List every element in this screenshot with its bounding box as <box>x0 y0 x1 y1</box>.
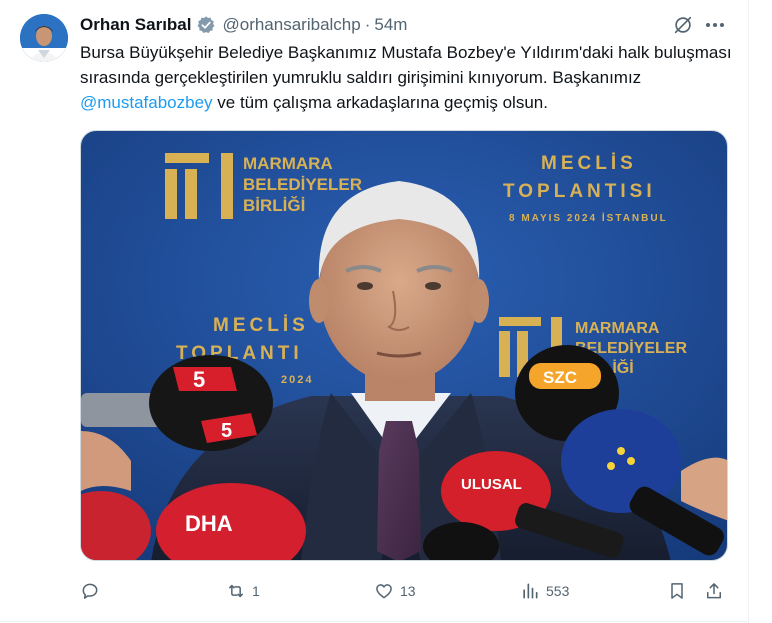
mic-logo-text: 5 <box>193 367 205 392</box>
like-count: 13 <box>400 583 416 599</box>
tweet-divider <box>0 621 749 622</box>
backdrop-text: MARMARA <box>575 320 660 337</box>
separator-dot: · <box>364 15 371 34</box>
reply-button[interactable] <box>80 572 106 610</box>
grok-icon[interactable] <box>670 12 696 38</box>
backdrop-text: MECLİS <box>541 153 637 174</box>
mic-logo-text: ULUSAL <box>461 476 522 493</box>
bookmark-button[interactable] <box>667 572 687 610</box>
avatar[interactable] <box>20 14 68 62</box>
backdrop-text: 8 MAYIS 2024 İSTANBUL <box>509 211 668 224</box>
retweet-button[interactable]: 1 <box>226 572 260 610</box>
tweet-header: Orhan Sarıbal @orhansaribalchp · 54m <box>80 14 407 36</box>
verified-badge-icon <box>196 15 216 35</box>
tweet-text-part1: Bursa Büyükşehir Belediye Başkanımız Mus… <box>80 43 732 87</box>
like-icon <box>376 584 392 599</box>
backdrop-text: MARMARA <box>243 154 333 173</box>
author-handle[interactable]: @orhansaribalchp <box>222 15 360 35</box>
tweet-actions: 1 13 553 <box>80 572 740 610</box>
column-border <box>748 0 749 623</box>
backdrop-text: BİRLİĞİ <box>243 196 305 215</box>
tweet-text-part2: ve tüm çalışma arkadaşlarına geçmiş olsu… <box>212 93 548 112</box>
retweet-icon <box>229 584 243 598</box>
backdrop-text: BELEDİYELER <box>243 175 362 194</box>
backdrop-text: TOPLANTISI <box>503 181 656 202</box>
timestamp[interactable]: 54m <box>374 15 407 35</box>
backdrop-text: 2024 <box>281 374 313 386</box>
like-button[interactable]: 13 <box>374 572 416 610</box>
reply-icon <box>82 583 98 599</box>
views-icon <box>523 583 538 599</box>
share-icon <box>707 583 721 599</box>
tweet-text: Bursa Büyükşehir Belediye Başkanımız Mus… <box>80 40 740 115</box>
retweet-count: 1 <box>252 583 260 599</box>
author-name[interactable]: Orhan Sarıbal <box>80 15 191 35</box>
bookmark-icon <box>671 583 683 599</box>
share-button[interactable] <box>704 572 724 610</box>
mention-link[interactable]: @mustafabozbey <box>80 93 213 112</box>
tweet-photo[interactable]: MARMARA BELEDİYELER BİRLİĞİ MECLİS TOPLA… <box>80 130 728 561</box>
views-button[interactable]: 553 <box>520 572 569 610</box>
views-count: 553 <box>546 583 570 599</box>
backdrop-text: MECLİS <box>213 315 309 336</box>
mic-logo-text: SZC <box>543 368 577 387</box>
more-icon[interactable] <box>702 12 728 38</box>
mic-logo-text: DHA <box>185 511 233 536</box>
mic-logo-text: 5 <box>221 420 232 442</box>
